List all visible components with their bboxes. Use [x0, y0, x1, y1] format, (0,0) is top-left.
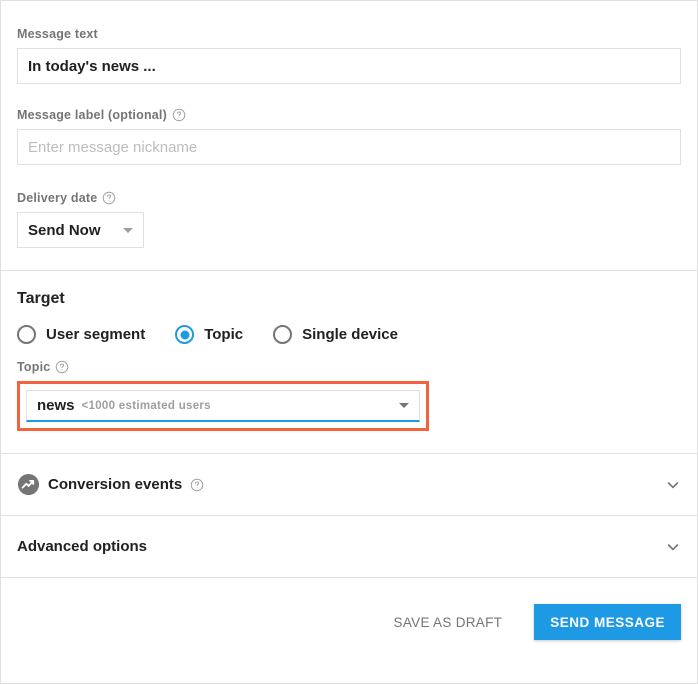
help-circle-icon[interactable] — [190, 478, 204, 492]
radio-circle-selected-icon — [175, 325, 195, 344]
conversion-events-accordion[interactable]: Conversion events — [1, 454, 697, 515]
message-text-value: In today's news ... — [28, 57, 156, 75]
radio-option-single-device[interactable]: Single device — [273, 325, 398, 344]
message-label-label: Message label (optional) — [17, 108, 681, 122]
radio-label-single-device: Single device — [302, 326, 398, 343]
topic-label-text: Topic — [17, 360, 51, 374]
delivery-date-selected-value: Send Now — [28, 221, 101, 239]
topic-select[interactable]: news <1000 estimated users — [26, 390, 420, 422]
target-section: Target User segment Topic Single device … — [1, 271, 697, 453]
radio-circle-icon — [273, 325, 293, 344]
advanced-options-header: Advanced options — [17, 538, 147, 555]
message-text-label: Message text — [17, 27, 681, 41]
advanced-options-title: Advanced options — [17, 538, 148, 555]
help-circle-icon[interactable] — [55, 360, 69, 374]
topic-selected-value: news — [37, 397, 75, 414]
conversion-events-header: Conversion events — [17, 473, 204, 496]
topic-highlight-box: news <1000 estimated users — [17, 381, 429, 431]
topic-label: Topic — [17, 360, 681, 374]
delivery-date-select[interactable]: Send Now — [17, 212, 144, 248]
message-details-section: Message text In today's news ... Message… — [1, 1, 697, 270]
help-circle-icon[interactable] — [102, 191, 116, 205]
chevron-down-icon[interactable] — [665, 477, 681, 493]
delivery-date-label-text: Delivery date — [17, 191, 98, 205]
message-label-field: Message label (optional) Enter message n… — [17, 104, 681, 165]
save-as-draft-button[interactable]: SAVE AS DRAFT — [382, 605, 515, 640]
message-label-placeholder: Enter message nickname — [28, 138, 198, 156]
radio-option-topic[interactable]: Topic — [175, 325, 243, 344]
delivery-date-field: Delivery date Send Now — [17, 187, 681, 270]
advanced-options-accordion[interactable]: Advanced options — [1, 516, 697, 577]
trending-up-circle-icon — [17, 473, 40, 496]
help-circle-icon[interactable] — [172, 108, 186, 122]
radio-circle-icon — [17, 325, 36, 344]
notification-composer-form: Message text In today's news ... Message… — [0, 0, 698, 684]
chevron-down-icon[interactable] — [665, 539, 681, 555]
message-label-input[interactable]: Enter message nickname — [17, 129, 681, 165]
topic-field: Topic news <1000 estimated users — [17, 360, 681, 431]
form-actions-footer: SAVE AS DRAFT SEND MESSAGE — [1, 578, 697, 666]
message-text-field: Message text In today's news ... — [17, 23, 681, 84]
conversion-events-title: Conversion events — [48, 476, 183, 493]
caret-down-icon — [123, 227, 133, 233]
delivery-date-label: Delivery date — [17, 191, 681, 205]
radio-option-user-segment[interactable]: User segment — [17, 325, 145, 344]
target-type-radio-group: User segment Topic Single device — [17, 325, 681, 344]
topic-estimated-users: <1000 estimated users — [81, 399, 211, 412]
message-text-label-text: Message text — [17, 27, 98, 41]
message-label-label-text: Message label (optional) — [17, 108, 167, 122]
radio-label-topic: Topic — [204, 326, 244, 343]
target-section-title: Target — [17, 290, 65, 307]
send-message-button[interactable]: SEND MESSAGE — [534, 604, 681, 640]
message-text-input[interactable]: In today's news ... — [17, 48, 681, 84]
radio-label-user-segment: User segment — [46, 326, 146, 343]
caret-down-icon — [399, 403, 409, 408]
